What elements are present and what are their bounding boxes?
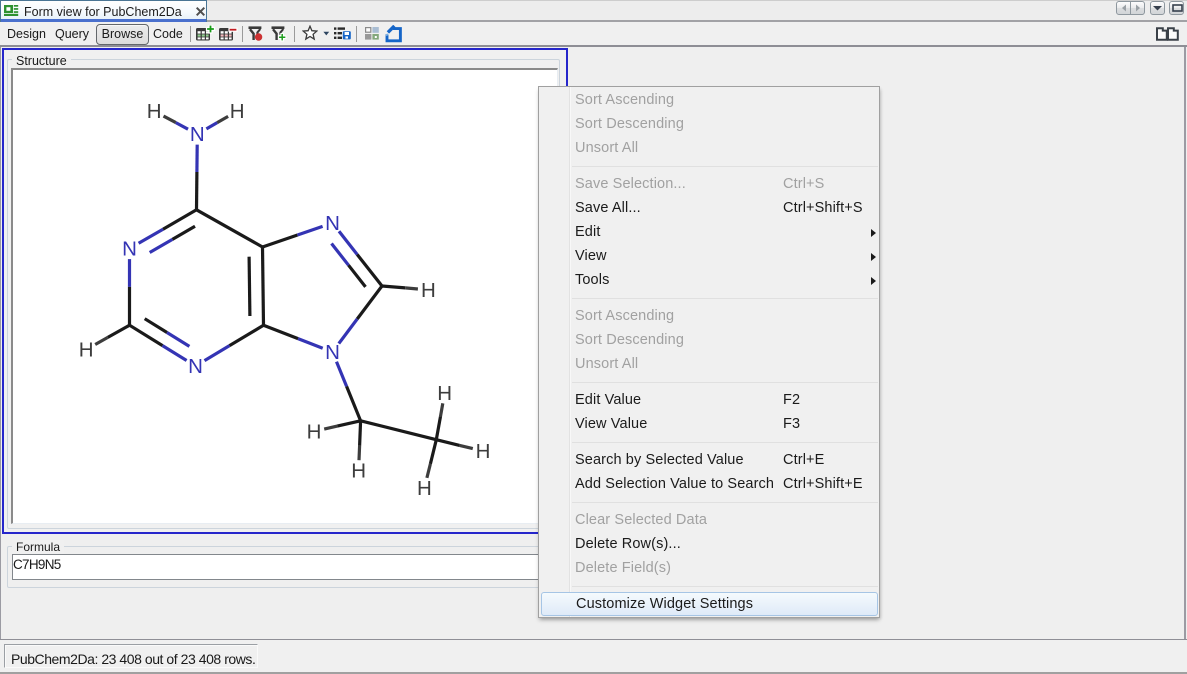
svg-text:H: H xyxy=(307,420,322,443)
svg-text:H: H xyxy=(421,279,436,302)
svg-text:H: H xyxy=(437,382,452,405)
svg-text:H: H xyxy=(79,339,94,362)
svg-text:H: H xyxy=(417,477,432,500)
svg-text:N: N xyxy=(188,355,203,378)
svg-text:N: N xyxy=(190,123,205,146)
svg-text:H: H xyxy=(476,440,491,463)
svg-text:N: N xyxy=(325,212,340,235)
svg-text:H: H xyxy=(230,100,245,123)
svg-text:H: H xyxy=(147,100,162,123)
svg-text:N: N xyxy=(122,238,137,261)
svg-text:H: H xyxy=(351,460,366,483)
svg-text:N: N xyxy=(325,341,340,364)
